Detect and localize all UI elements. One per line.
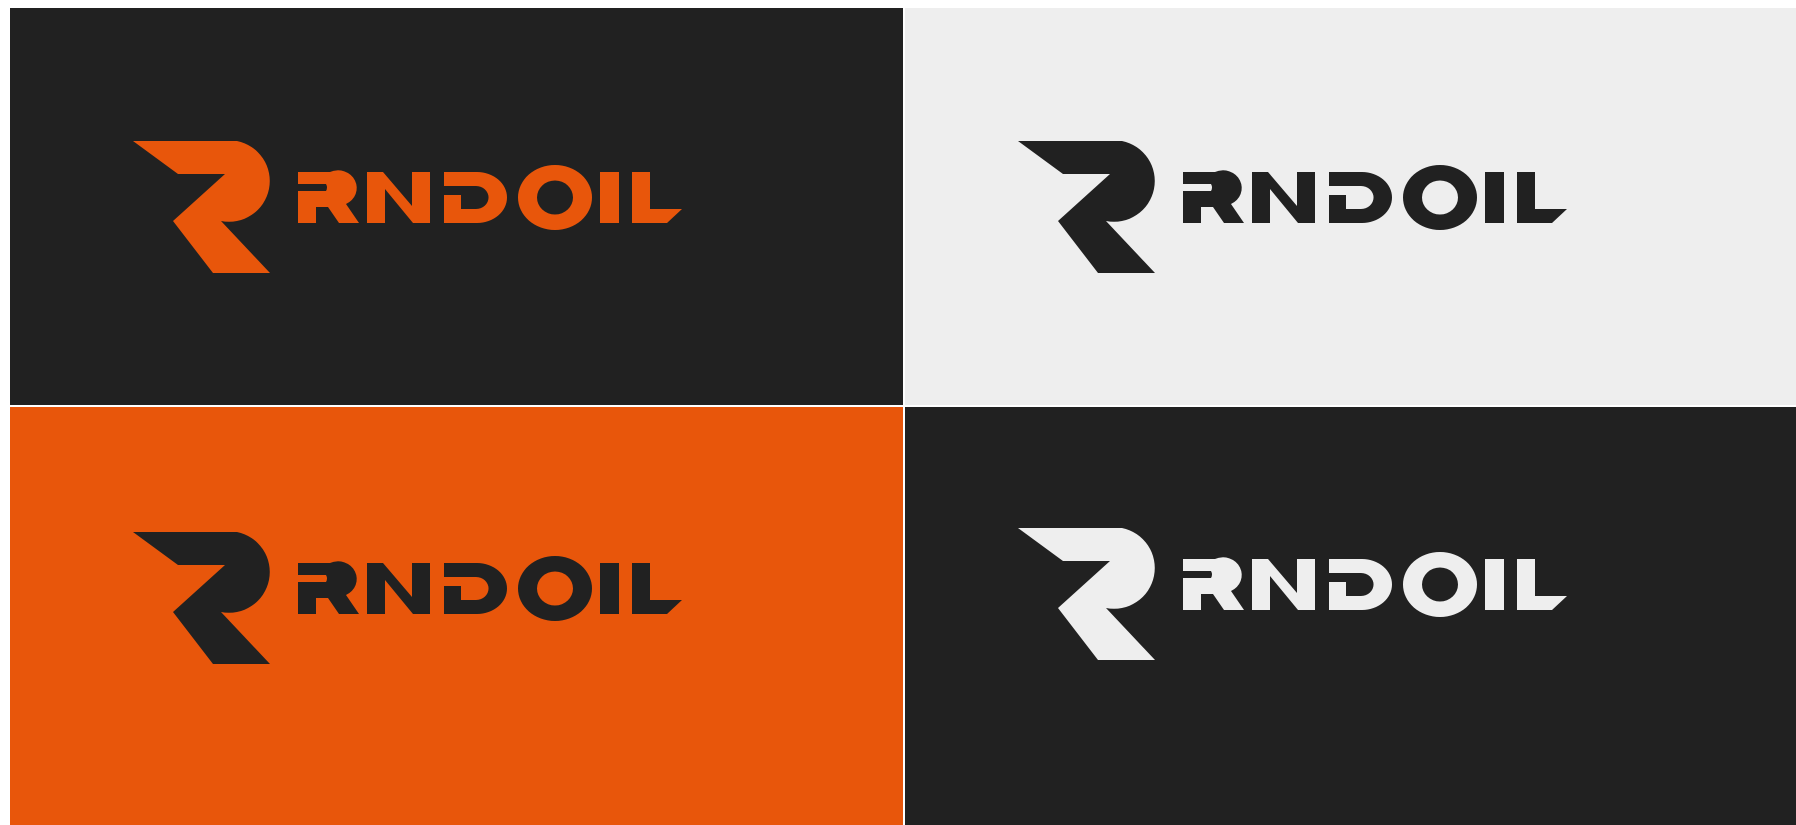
panel-background: [10, 407, 903, 825]
letter-i: [1485, 172, 1504, 223]
logo-artwork: [905, 407, 1796, 825]
logo-panel-dark-on-orange: [10, 407, 903, 825]
panel-background: [905, 407, 1796, 825]
letter-i: [600, 563, 619, 614]
letter-i: [600, 172, 619, 223]
logo-artwork: [10, 407, 903, 825]
panel-background: [905, 8, 1796, 405]
logo-panel-orange-on-dark: [10, 8, 903, 405]
logo-artwork: [10, 8, 903, 405]
logo-artwork: [905, 8, 1796, 405]
logo-panel-dark-on-light: [905, 8, 1796, 405]
letter-i: [1485, 559, 1504, 610]
logo-panel-light-on-dark: [905, 407, 1796, 825]
